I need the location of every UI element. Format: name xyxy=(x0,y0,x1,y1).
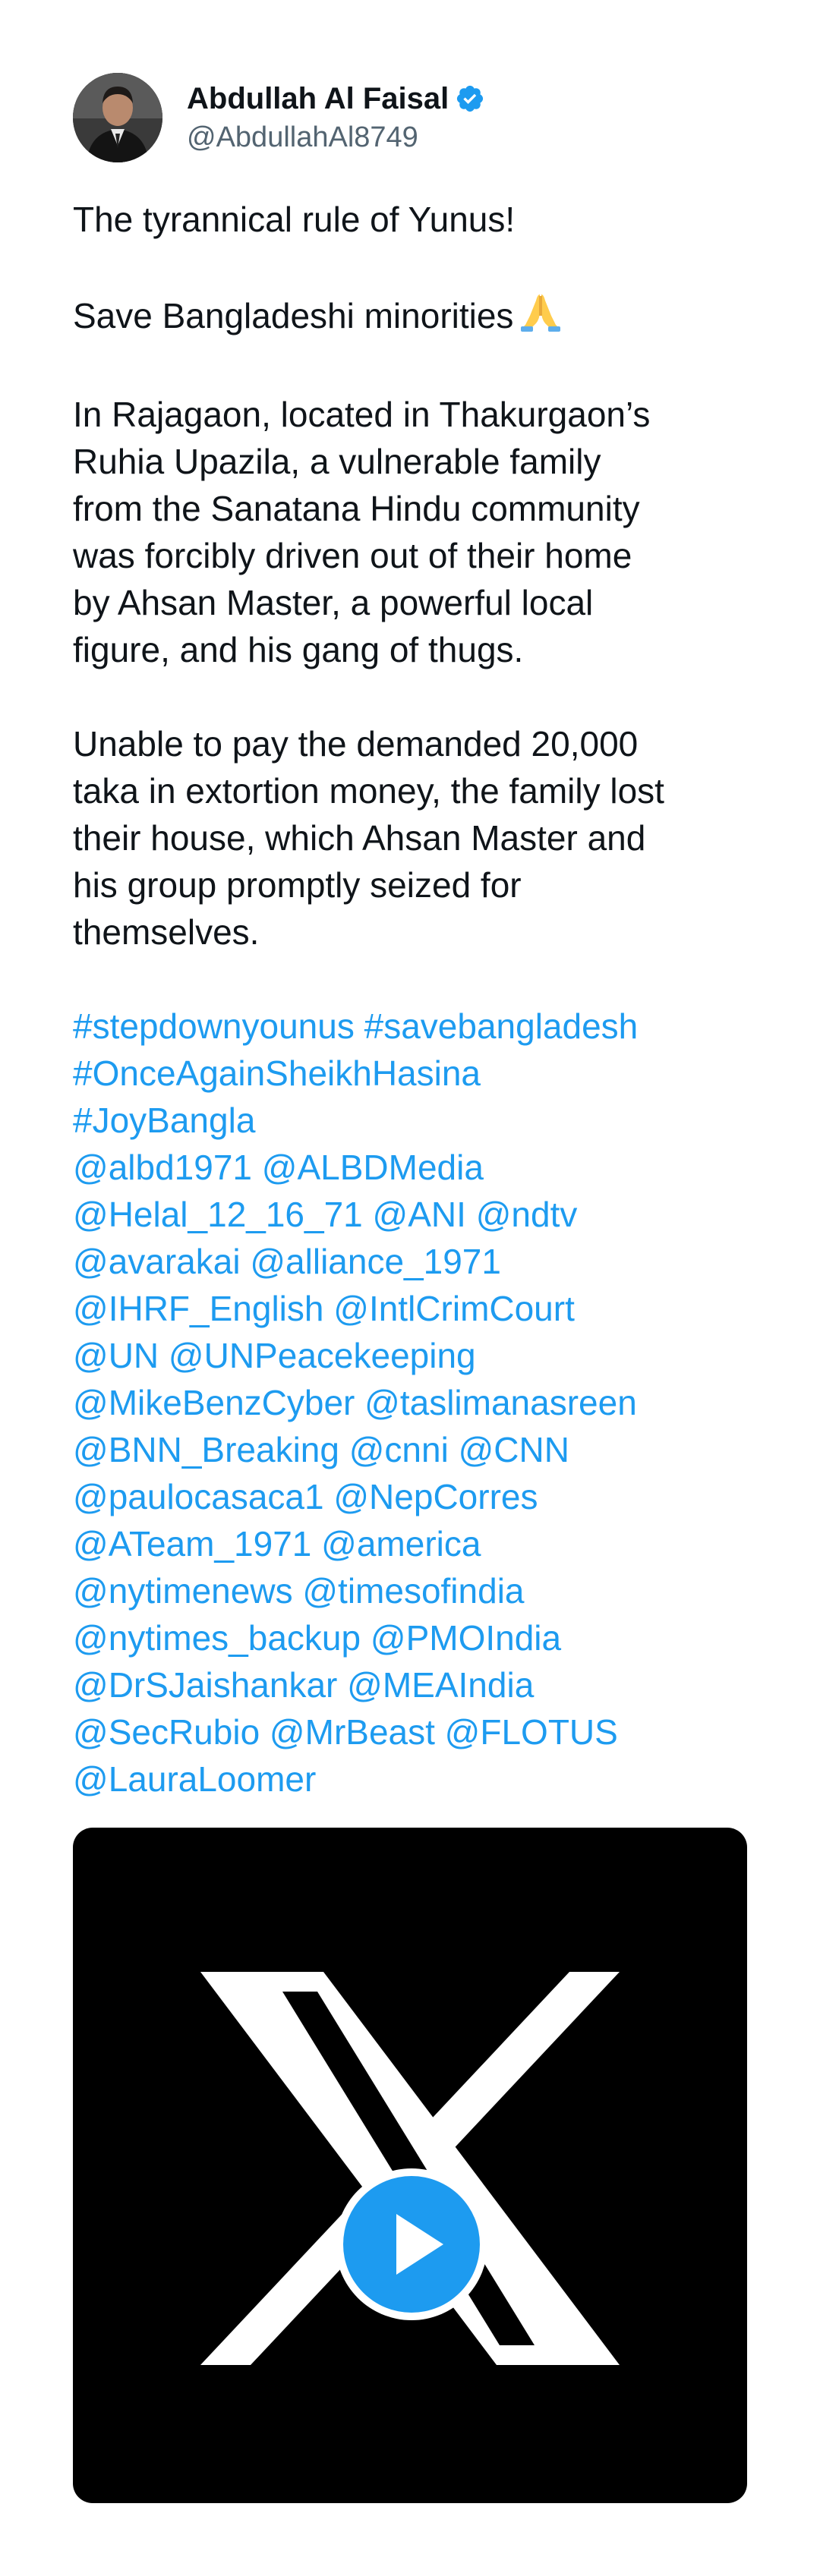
play-icon xyxy=(396,2214,443,2275)
play-button[interactable] xyxy=(336,2168,487,2320)
video-media[interactable] xyxy=(73,1828,747,2503)
avatar-image xyxy=(73,73,162,162)
name-row: Abdullah Al Faisal xyxy=(187,79,485,118)
tweet-paragraph-2: Unable to pay the demanded 20,000 taka i… xyxy=(73,724,664,952)
folded-hands-icon xyxy=(519,290,562,344)
tweet-line-appeal-text: Save Bangladeshi minorities xyxy=(73,296,514,335)
tweet-line-appeal: Save Bangladeshi minorities xyxy=(73,290,749,344)
tweet-hashtags-mentions[interactable]: #stepdownyounus #savebangladesh #OnceAga… xyxy=(73,1003,749,1803)
tweet-paragraph-1: In Rajagaon, located in Thakurgaon’s Ruh… xyxy=(73,395,651,669)
avatar[interactable] xyxy=(73,73,162,162)
tweet-line-title: The tyrannical rule of Yunus! xyxy=(73,200,516,239)
tweet-header: Abdullah Al Faisal @AbdullahAl8749 xyxy=(73,70,749,165)
tweet: Abdullah Al Faisal @AbdullahAl8749 The t… xyxy=(73,70,749,1803)
author-names: Abdullah Al Faisal @AbdullahAl8749 xyxy=(187,79,485,156)
author-display-name[interactable]: Abdullah Al Faisal xyxy=(187,79,449,118)
author-handle[interactable]: @AbdullahAl8749 xyxy=(187,118,485,156)
tweet-text: The tyrannical rule of Yunus! Save Bangl… xyxy=(73,196,749,1803)
play-button-circle xyxy=(343,2176,480,2313)
verified-badge-icon xyxy=(455,83,485,114)
